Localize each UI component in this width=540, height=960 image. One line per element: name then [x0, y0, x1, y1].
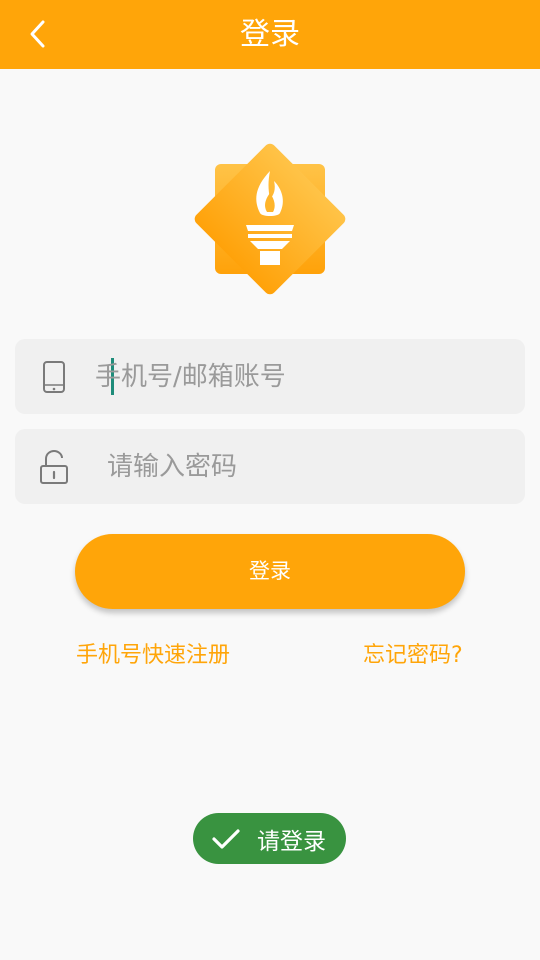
login-button[interactable]: 登录: [75, 534, 465, 609]
torch-badge-icon: [194, 143, 346, 295]
app-bar: 登录: [0, 0, 540, 69]
unlocked-padlock-icon: [40, 449, 68, 484]
phone-field: [15, 339, 525, 414]
toast: 请登录: [193, 813, 346, 864]
forgot-password-link[interactable]: 忘记密码?: [363, 640, 463, 672]
mobile-phone-icon: [43, 361, 65, 393]
checkmark-icon: [212, 828, 240, 849]
page-title: 登录: [240, 17, 300, 52]
chevron-left-icon: [30, 20, 45, 48]
password-input[interactable]: [107, 429, 527, 504]
phone-email-input[interactable]: [95, 339, 515, 414]
toast-message: 请登录: [257, 828, 326, 855]
password-field: [15, 429, 527, 504]
back-button[interactable]: [18, 14, 58, 54]
register-link[interactable]: 手机号快速注册: [76, 640, 230, 672]
app-logo: [194, 143, 346, 295]
